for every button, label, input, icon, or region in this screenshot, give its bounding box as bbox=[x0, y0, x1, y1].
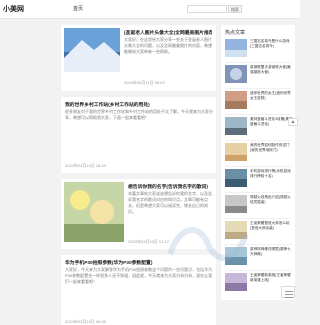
divider bbox=[225, 166, 291, 167]
flower-image bbox=[64, 182, 124, 242]
sidebar-thumbnail bbox=[225, 169, 247, 187]
article-title[interactable]: 我的世界乡村工作站(乡村工作站的用处) bbox=[65, 101, 215, 108]
sidebar-thumbnail bbox=[225, 117, 247, 135]
site-logo[interactable]: 小美网 bbox=[3, 4, 24, 14]
search-button[interactable]: 搜索 bbox=[228, 5, 242, 13]
article-excerpt: 大家好，在这里给大家分享一些关于圣诞老人图片头像大全的问题，以及全网最美图片的内… bbox=[124, 37, 212, 54]
sidebar-item-text[interactable]: 穿越火线角色介绍(穿越火线灵狐者) bbox=[250, 195, 293, 205]
article-title[interactable]: 想告诉你我的名字(告诉我名字的歌词) bbox=[128, 183, 212, 190]
sidebar-item-text[interactable]: 奥特曼格斗进化3攻略(奥特曼格斗进化) bbox=[250, 117, 293, 127]
sidebar-item-text[interactable]: 原神风神像在哪里(原神七天神像) bbox=[250, 247, 293, 257]
nav-home-link[interactable]: 首页 bbox=[73, 5, 83, 12]
article-date: 2024年03月10日 06:20 bbox=[65, 319, 106, 324]
sidebar-title: 热点文章 bbox=[225, 30, 246, 36]
sidebar-thumbnail bbox=[225, 143, 247, 161]
sidebar-item-text[interactable]: 英雄联盟手游钢铁大使(最强钢铁大使) bbox=[250, 65, 293, 75]
article-date: 2024年03月11日 05:03 bbox=[124, 80, 165, 85]
divider bbox=[225, 114, 291, 115]
sidebar-item-text[interactable]: 我的世界如何制作传送门(我的世界地狱门) bbox=[250, 143, 293, 153]
sidebar-item-text[interactable]: 王者荣耀新英雄(王者荣耀新英雄上线) bbox=[250, 273, 293, 283]
article-thumbnail[interactable] bbox=[64, 28, 120, 72]
sidebar-item-text[interactable]: 王者荣耀鲁班大师怎么玩(鲁班大师出装) bbox=[250, 221, 293, 231]
article-card[interactable]: 我的世界乡村工作站(乡村工作站的用处) 很多朋友对于我的世界乡村工作站和乡村工作… bbox=[61, 97, 216, 173]
article-excerpt: 很多朋友对于我的世界乡村工作站和乡村工作站的用处不太了解，今天就来为大家分享，希… bbox=[65, 109, 213, 120]
article-card[interactable]: (圣诞老人图片头像大全)全网最美图片推荐 大家好，在这里给大家分享一些关于圣诞老… bbox=[61, 25, 216, 91]
sidebar-item[interactable]: 手机游戏排行榜(手机游戏排行榜前十名) bbox=[225, 169, 293, 191]
article-date: 2024年03月10日 18:23 bbox=[65, 163, 106, 168]
sidebar-item[interactable]: 奥特曼格斗进化3攻略(奥特曼格斗进化) bbox=[225, 117, 293, 139]
mountain-sky-image bbox=[64, 28, 120, 72]
search-input[interactable] bbox=[187, 5, 227, 13]
sidebar-item-text[interactable]: 手机游戏排行榜(手机游戏排行榜前十名) bbox=[250, 169, 293, 179]
sidebar-item[interactable]: 迷你世界的女王(迷你世界女王皮肤) bbox=[225, 91, 293, 113]
watermark-logo bbox=[160, 214, 256, 274]
article-title[interactable]: (圣诞老人图片头像大全)全网最美图片推荐 bbox=[124, 29, 212, 36]
divider bbox=[225, 62, 291, 63]
divider bbox=[225, 192, 291, 193]
sidebar-item-text[interactable]: 迷你世界的女王(迷你世界女王皮肤) bbox=[250, 91, 293, 101]
sidebar-thumbnail bbox=[225, 91, 247, 109]
sidebar-item[interactable]: 我的世界如何制作传送门(我的世界地狱门) bbox=[225, 143, 293, 165]
sidebar-item[interactable]: 三国志名将令是什么游戏(三国志名将令) bbox=[225, 39, 293, 61]
top-bar: 小美网 首页 搜索 bbox=[0, 0, 300, 19]
sidebar-item[interactable]: 英雄联盟手游钢铁大使(最强钢铁大使) bbox=[225, 65, 293, 87]
article-excerpt: 大家好，今天来为大家解答华为手机P30拍照参数这个问题的一些问题点，包括华为P3… bbox=[65, 267, 213, 284]
menu-icon bbox=[285, 291, 293, 298]
divider bbox=[225, 140, 291, 141]
sidebar-item-text[interactable]: 三国志名将令是什么游戏(三国志名将令) bbox=[250, 39, 293, 49]
scroll-to-top-button[interactable]: ▲ bbox=[288, 118, 298, 126]
floating-action-button[interactable] bbox=[281, 286, 295, 298]
sidebar-thumbnail bbox=[225, 273, 247, 291]
sidebar-thumbnail bbox=[225, 65, 247, 83]
article-thumbnail[interactable] bbox=[64, 182, 124, 242]
sidebar-thumbnail bbox=[225, 39, 247, 57]
sidebar-thumbnail bbox=[225, 195, 247, 213]
divider bbox=[225, 88, 291, 89]
